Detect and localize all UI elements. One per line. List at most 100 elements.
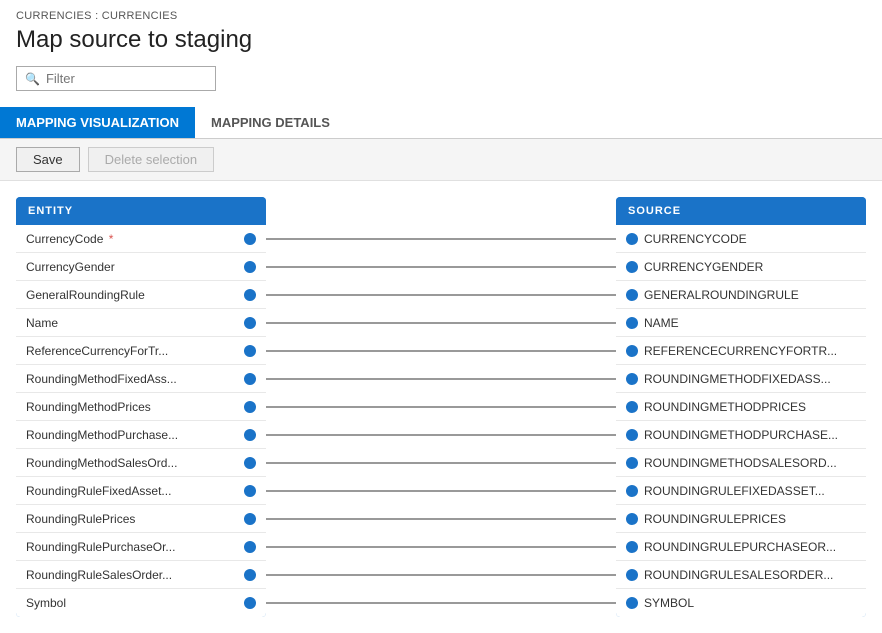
source-row: ROUNDINGMETHODSALESORD... (616, 449, 866, 477)
entity-row: RoundingRulePurchaseOr... (16, 533, 266, 561)
source-dot (626, 429, 638, 441)
entity-panel-header: ENTITY (16, 197, 266, 225)
tab-bar: MAPPING VISUALIZATION MAPPING DETAILS (0, 107, 882, 139)
entity-row: RoundingRuleFixedAsset... (16, 477, 266, 505)
entity-row-label: RoundingMethodPurchase... (26, 428, 238, 442)
entity-dot (244, 345, 256, 357)
source-row: GENERALROUNDINGRULE (616, 281, 866, 309)
source-row-label: ROUNDINGRULEPURCHASEOR... (644, 540, 836, 554)
source-dot (626, 485, 638, 497)
entity-row: RoundingMethodFixedAss... (16, 365, 266, 393)
source-row: ROUNDINGRULEPURCHASEOR... (616, 533, 866, 561)
source-row: CURRENCYGENDER (616, 253, 866, 281)
entity-row: RoundingMethodPurchase... (16, 421, 266, 449)
source-dot (626, 597, 638, 609)
entity-row-label: RoundingRuleSalesOrder... (26, 568, 238, 582)
entity-panel: ENTITY CurrencyCode * CurrencyGender Gener… (16, 197, 266, 617)
entity-row-label: Name (26, 316, 238, 330)
entity-dot (244, 261, 256, 273)
entity-dot (244, 429, 256, 441)
source-dot (626, 345, 638, 357)
entity-row-label: RoundingRuleFixedAsset... (26, 484, 238, 498)
entity-row: Name (16, 309, 266, 337)
mapping-area: ENTITY CurrencyCode * CurrencyGender Gener… (0, 181, 882, 633)
source-dot (626, 373, 638, 385)
entity-row-label: RoundingMethodPrices (26, 400, 238, 414)
source-dot (626, 233, 638, 245)
entity-row-label: RoundingRulePurchaseOr... (26, 540, 238, 554)
entity-dot (244, 485, 256, 497)
source-dot (626, 569, 638, 581)
entity-row-label: ReferenceCurrencyForTr... (26, 344, 238, 358)
source-dot (626, 513, 638, 525)
connector-area (266, 197, 616, 617)
source-row: ROUNDINGRULEPRICES (616, 505, 866, 533)
page-title: Map source to staging (16, 26, 866, 54)
breadcrumb: CURRENCIES : CURRENCIES (16, 10, 866, 22)
tab-mapping-visualization[interactable]: MAPPING VISUALIZATION (0, 107, 195, 138)
entity-dot (244, 457, 256, 469)
entity-row: CurrencyGender (16, 253, 266, 281)
toolbar: Save Delete selection (0, 139, 882, 181)
entity-dot (244, 233, 256, 245)
source-dot (626, 541, 638, 553)
source-row-label: GENERALROUNDINGRULE (644, 288, 799, 302)
entity-row: RoundingRulePrices (16, 505, 266, 533)
entity-row: RoundingMethodPrices (16, 393, 266, 421)
source-row-label: CURRENCYCODE (644, 232, 747, 246)
entity-dot (244, 401, 256, 413)
entity-row-label: RoundingMethodSalesOrd... (26, 456, 238, 470)
source-dot (626, 457, 638, 469)
source-row: REFERENCECURRENCYFORTR... (616, 337, 866, 365)
save-button[interactable]: Save (16, 147, 80, 172)
source-rows: CURRENCYCODE CURRENCYGENDER GENERALROUNDIN… (616, 225, 866, 617)
entity-dot (244, 289, 256, 301)
entity-row: GeneralRoundingRule (16, 281, 266, 309)
search-icon: 🔍 (25, 72, 40, 86)
source-row-label: ROUNDINGRULEPRICES (644, 512, 786, 526)
filter-box: 🔍 (16, 66, 216, 91)
source-dot (626, 317, 638, 329)
tab-mapping-details[interactable]: MAPPING DETAILS (195, 107, 346, 138)
entity-row-label: RoundingRulePrices (26, 512, 238, 526)
source-row-label: NAME (644, 316, 679, 330)
entity-dot (244, 569, 256, 581)
connector-lines (266, 197, 616, 617)
entity-dot (244, 513, 256, 525)
source-row-label: CURRENCYGENDER (644, 260, 763, 274)
entity-row-label: RoundingMethodFixedAss... (26, 372, 238, 386)
source-row-label: ROUNDINGMETHODFIXEDASS... (644, 372, 831, 386)
filter-input[interactable] (46, 71, 207, 86)
entity-dot (244, 373, 256, 385)
source-row: CURRENCYCODE (616, 225, 866, 253)
entity-row-label: CurrencyGender (26, 260, 238, 274)
source-panel: SOURCE CURRENCYCODECURRENCYGENDERGENERAL… (616, 197, 866, 617)
source-row: ROUNDINGMETHODFIXEDASS... (616, 365, 866, 393)
source-row-label: REFERENCECURRENCYFORTR... (644, 344, 837, 358)
source-row: ROUNDINGRULEFIXEDASSET... (616, 477, 866, 505)
entity-row: RoundingMethodSalesOrd... (16, 449, 266, 477)
entity-row: ReferenceCurrencyForTr... (16, 337, 266, 365)
entity-dot (244, 597, 256, 609)
source-dot (626, 261, 638, 273)
source-row-label: ROUNDINGMETHODPRICES (644, 400, 806, 414)
entity-dot (244, 317, 256, 329)
entity-dot (244, 541, 256, 553)
source-dot (626, 289, 638, 301)
source-row: NAME (616, 309, 866, 337)
entity-row-label: GeneralRoundingRule (26, 288, 238, 302)
delete-selection-button[interactable]: Delete selection (88, 147, 215, 172)
entity-row-label: CurrencyCode * (26, 232, 238, 246)
source-dot (626, 401, 638, 413)
entity-row: Symbol (16, 589, 266, 617)
source-row: ROUNDINGMETHODPURCHASE... (616, 421, 866, 449)
source-row: ROUNDINGRULESALESORDER... (616, 561, 866, 589)
entity-row-label: Symbol (26, 596, 238, 610)
source-row-label: ROUNDINGMETHODPURCHASE... (644, 428, 838, 442)
source-row-label: SYMBOL (644, 596, 694, 610)
entity-rows: CurrencyCode * CurrencyGender GeneralRound… (16, 225, 266, 617)
source-row: ROUNDINGMETHODPRICES (616, 393, 866, 421)
source-row: SYMBOL (616, 589, 866, 617)
entity-row: RoundingRuleSalesOrder... (16, 561, 266, 589)
source-row-label: ROUNDINGRULESALESORDER... (644, 568, 833, 582)
